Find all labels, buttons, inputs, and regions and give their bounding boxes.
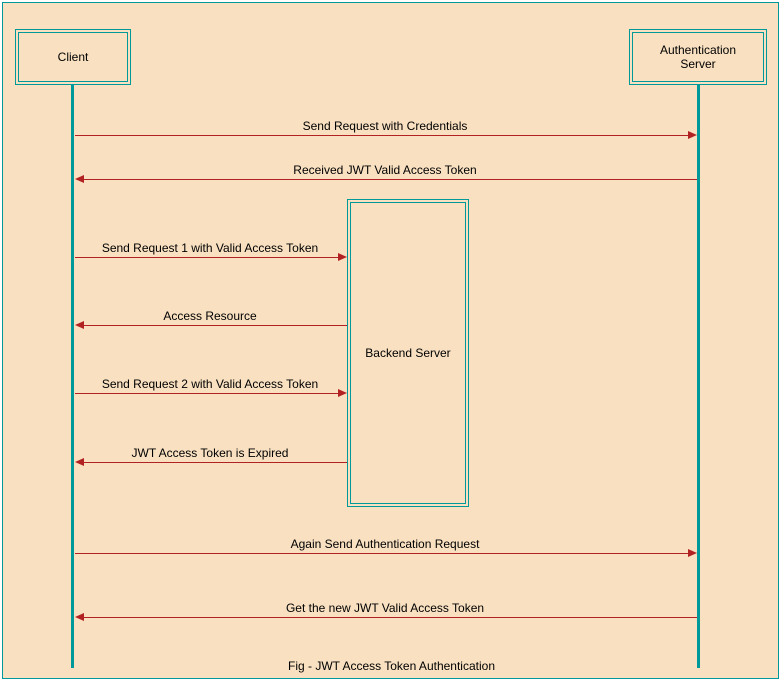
msg-4-arrow: [83, 325, 347, 326]
msg-5-arrow: [75, 393, 339, 394]
msg-8-arrow: [83, 617, 697, 618]
msg-6-label: JWT Access Token is Expired: [73, 446, 347, 460]
figure-caption: Fig - JWT Access Token Authentication: [3, 659, 780, 673]
msg-1-arrow: [75, 135, 689, 136]
msg-2-label: Received JWT Valid Access Token: [73, 163, 697, 177]
msg-3-label: Send Request 1 with Valid Access Token: [73, 241, 347, 255]
participant-client: Client: [15, 29, 131, 85]
msg-1-arrowhead: [688, 131, 697, 139]
msg-7-label: Again Send Authentication Request: [73, 537, 697, 551]
msg-6-arrow: [83, 462, 347, 463]
participant-backend: Backend Server: [347, 199, 469, 507]
msg-3-arrowhead: [338, 253, 347, 261]
msg-2-arrow: [83, 179, 697, 180]
msg-8-arrowhead: [75, 613, 84, 621]
participant-client-label: Client: [58, 50, 89, 64]
msg-3-arrow: [75, 257, 339, 258]
diagram-canvas: Client Authentication Server Backend Ser…: [2, 2, 779, 679]
msg-4-arrowhead: [75, 321, 84, 329]
participant-auth-server: Authentication Server: [629, 29, 767, 85]
msg-4-label: Access Resource: [73, 309, 347, 323]
msg-7-arrowhead: [688, 549, 697, 557]
msg-7-arrow: [75, 553, 689, 554]
msg-5-arrowhead: [338, 389, 347, 397]
msg-8-label: Get the new JWT Valid Access Token: [73, 601, 697, 615]
msg-5-label: Send Request 2 with Valid Access Token: [73, 377, 347, 391]
participant-auth-server-label: Authentication Server: [643, 43, 753, 71]
participant-backend-label: Backend Server: [365, 346, 450, 360]
msg-1-label: Send Request with Credentials: [73, 119, 697, 133]
msg-6-arrowhead: [75, 458, 84, 466]
msg-2-arrowhead: [75, 175, 84, 183]
lifeline-auth-server: [697, 85, 700, 668]
